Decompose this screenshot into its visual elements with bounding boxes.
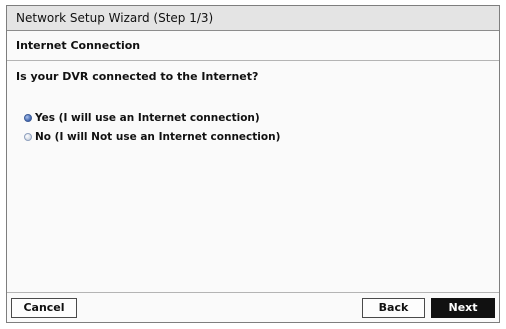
radio-option-yes[interactable]: Yes (I will use an Internet connection) bbox=[24, 112, 260, 124]
question-text: Is your DVR connected to the Internet? bbox=[16, 70, 259, 83]
radio-selected-icon[interactable] bbox=[24, 114, 32, 122]
button-bar: Cancel Back Next bbox=[7, 292, 499, 322]
back-button[interactable]: Back bbox=[362, 298, 425, 318]
next-button[interactable]: Next bbox=[431, 298, 495, 318]
wizard-dialog: Network Setup Wizard (Step 1/3) Internet… bbox=[6, 5, 500, 323]
radio-option-no[interactable]: No (I will Not use an Internet connectio… bbox=[24, 131, 280, 143]
radio-option-no-label: No (I will Not use an Internet connectio… bbox=[35, 131, 281, 143]
dialog-title: Network Setup Wizard (Step 1/3) bbox=[7, 6, 499, 31]
radio-unselected-icon[interactable] bbox=[24, 133, 32, 141]
cancel-button[interactable]: Cancel bbox=[11, 298, 77, 318]
section-heading: Internet Connection bbox=[7, 31, 499, 61]
radio-option-yes-label: Yes (I will use an Internet connection) bbox=[35, 112, 260, 124]
